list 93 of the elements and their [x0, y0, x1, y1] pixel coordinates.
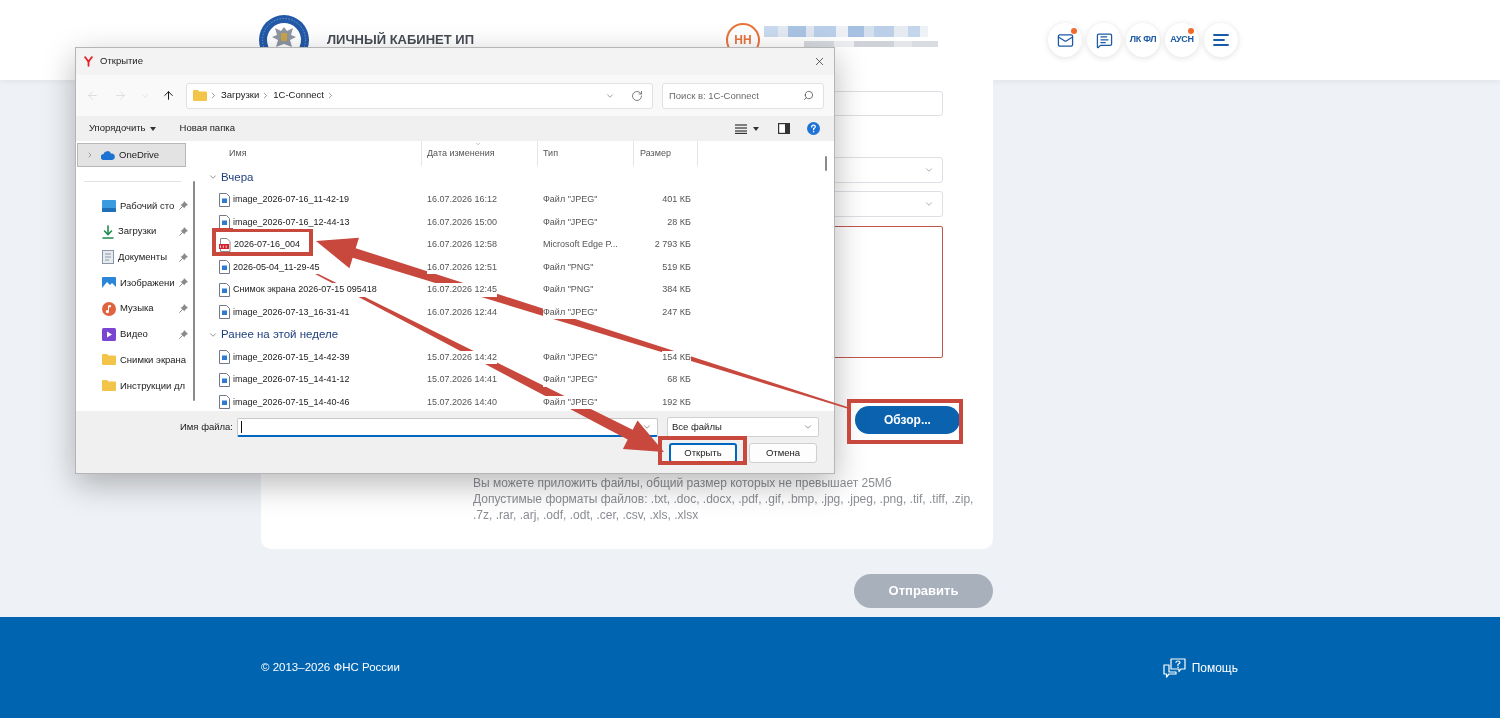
chevron-down-icon	[924, 199, 934, 209]
folder-icon	[102, 354, 116, 366]
site-title: ЛИЧНЫЙ КАБИНЕТ ИП	[327, 31, 475, 50]
sidebar-item[interactable]: OneDrive	[77, 143, 186, 167]
file-type-select[interactable]: Все файлы	[667, 417, 819, 437]
sidebar-item[interactable]: Видео	[76, 321, 192, 348]
file-name[interactable]: image_2026-07-15_14-41-12	[233, 373, 350, 387]
scrollbar[interactable]	[193, 181, 195, 401]
scrollbar[interactable]	[825, 156, 827, 171]
browser-logo-icon	[84, 56, 93, 67]
folder-icon	[102, 380, 116, 392]
video-icon	[102, 327, 116, 341]
text-cursor-icon	[241, 420, 242, 433]
folder-icon	[193, 90, 207, 101]
type-cell: Файл "JPEG"	[543, 395, 598, 409]
column-header[interactable]: Размер	[634, 141, 698, 166]
caret-down-icon	[753, 126, 759, 131]
mail-button[interactable]	[1048, 23, 1082, 57]
download-icon	[102, 224, 114, 239]
address-bar[interactable]: Загрузки 1C-Connect	[186, 82, 653, 109]
caret-down-icon	[149, 126, 156, 131]
music-icon	[102, 301, 116, 316]
messages-button[interactable]	[1087, 23, 1121, 57]
file-name-field[interactable]	[237, 417, 658, 437]
sidebar-item[interactable]: Музыка	[76, 295, 192, 322]
type-cell: Microsoft Edge P...	[543, 238, 618, 252]
type-cell: Файл "JPEG"	[543, 373, 598, 387]
menu-button[interactable]	[1204, 23, 1238, 57]
help-link[interactable]: Помощь	[1162, 657, 1238, 678]
chevron-right-icon	[209, 91, 218, 100]
dialog-title: Открытие	[100, 54, 143, 69]
dialog-button[interactable]: Открыть	[669, 443, 737, 463]
date-cell: 15.07.2026 14:42	[427, 350, 498, 364]
column-header[interactable]: Дата изменения	[422, 141, 538, 166]
file-name[interactable]: image_2026-07-16_12-44-13	[233, 215, 350, 229]
chat-icon	[1095, 31, 1113, 49]
image-file-icon	[219, 260, 230, 275]
sidebar-item[interactable]: Рабочий сто	[76, 193, 192, 219]
list-view-icon	[735, 123, 747, 134]
dialog-button[interactable]: Отмена	[749, 443, 817, 463]
refresh-icon[interactable]	[631, 89, 643, 102]
document-icon	[102, 250, 114, 265]
help-chat-icon	[1162, 657, 1186, 678]
organize-button[interactable]: Упорядочить	[89, 121, 156, 136]
file-name[interactable]: image_2026-07-15_14-40-46	[233, 395, 350, 409]
browse-button[interactable]: Обзор...	[855, 406, 960, 434]
column-header[interactable]: Тип	[538, 141, 634, 166]
type-cell: Файл "JPEG"	[543, 305, 598, 319]
group-header[interactable]: Ранее на этой неделе	[201, 323, 834, 346]
section-link-button[interactable]: АУСН	[1165, 23, 1199, 57]
view-options-button[interactable]	[735, 123, 759, 134]
image-file-icon	[219, 350, 230, 365]
pdf-file-icon	[219, 237, 231, 252]
file-size-hint: Вы можете приложить файлы, общий размер которых не превышает 25Мб	[473, 475, 893, 491]
column-header[interactable]: Имя	[201, 141, 422, 166]
sidebar-item[interactable]: Инструкции дл	[76, 372, 192, 399]
breadcrumb-item[interactable]: Загрузки	[221, 88, 260, 103]
expand-chevron-icon[interactable]	[86, 151, 94, 159]
search-icon	[803, 89, 814, 101]
sidebar-item[interactable]: Снимки экрана	[76, 347, 192, 373]
search-field[interactable]: Поиск в: 1C-Connect	[662, 82, 824, 109]
picture-icon	[102, 276, 116, 289]
preview-pane-icon[interactable]	[778, 123, 790, 134]
copyright-text: © 2013–2026 ФНС России	[261, 659, 400, 675]
file-name[interactable]: Снимок экрана 2026-07-15 095418	[233, 283, 377, 297]
breadcrumb-item[interactable]: 1C-Connect	[273, 88, 324, 103]
help-icon[interactable]	[807, 122, 820, 135]
image-file-icon	[219, 282, 230, 297]
date-cell: 16.07.2026 12:45	[427, 283, 498, 297]
chevron-down-icon	[924, 165, 934, 175]
desktop-icon	[102, 199, 116, 212]
menu-icon	[1213, 33, 1229, 47]
mail-icon	[1056, 31, 1074, 49]
chevron-down-icon	[803, 422, 813, 432]
group-header[interactable]: Вчера	[201, 166, 834, 189]
sidebar-item[interactable]: Документы	[76, 244, 192, 271]
file-name[interactable]: 2026-07-16_004	[234, 238, 301, 252]
size-cell: 154 КБ	[662, 350, 691, 364]
image-file-icon	[219, 215, 230, 230]
file-name[interactable]: image_2026-07-15_14-42-39	[233, 350, 350, 364]
image-file-icon	[219, 305, 230, 320]
sidebar-item[interactable]: Загрузки	[76, 218, 192, 245]
sort-indicator-icon	[474, 141, 482, 147]
file-name[interactable]: image_2026-07-16_11-42-19	[233, 193, 349, 207]
image-file-icon	[219, 372, 230, 387]
cloud-icon	[101, 150, 115, 160]
file-name[interactable]: image_2026-07-13_16-31-41	[233, 305, 350, 319]
new-folder-button[interactable]: Новая папка	[179, 121, 235, 136]
file-name-label: Имя файла:	[179, 419, 233, 434]
allowed-formats-text: Допустимые форматы файлов: .txt, .doc, .docx, .pdf, .gif, .bmp, .jpg, .jpeg, .png, .tif, .tiff, .zip, .7z, .rar, .arj, .odf, .odt, .cer, .csv, .xls, .xlsx	[473, 491, 975, 523]
image-file-icon	[219, 192, 230, 207]
sidebar-item[interactable]: Изображени	[76, 270, 192, 296]
section-link-button[interactable]: ЛК ФЛ	[1126, 23, 1160, 57]
